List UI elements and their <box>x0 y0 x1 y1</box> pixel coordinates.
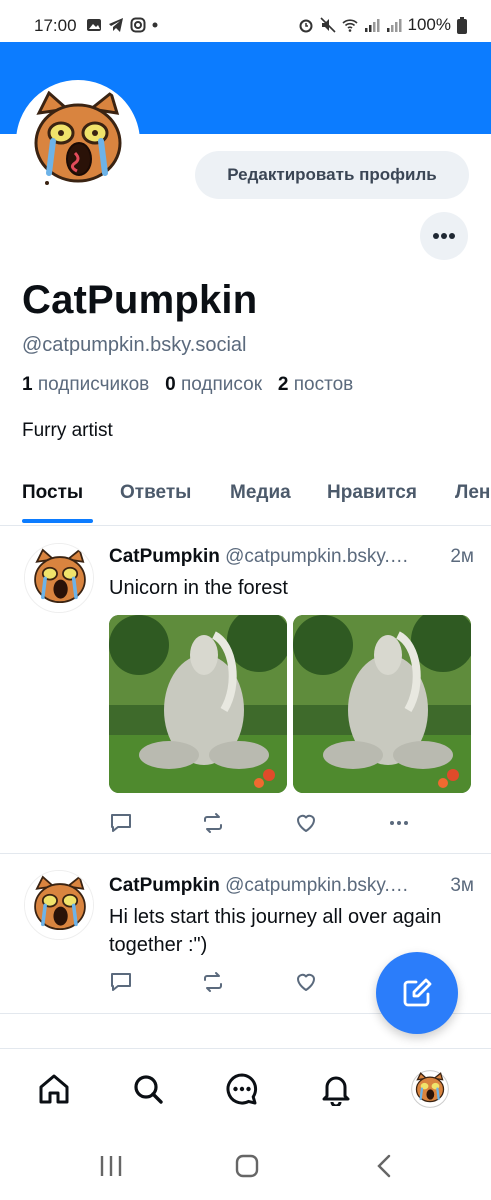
search-icon <box>134 1075 163 1104</box>
profile-avatar[interactable] <box>16 80 140 204</box>
post-text: Hi lets start this journey all over agai… <box>109 906 442 956</box>
followers-count: 1 <box>22 374 33 395</box>
post-timestamp[interactable]: 3м <box>446 875 474 897</box>
nav-search[interactable] <box>128 1069 168 1109</box>
profile-display-name: CatPumpkin <box>22 278 258 322</box>
edit-profile-button[interactable]: Редактировать профиль <box>195 151 469 199</box>
notification-icons <box>86 17 158 33</box>
repost-icon[interactable] <box>201 970 225 994</box>
mute-icon <box>319 17 336 33</box>
battery-icon <box>457 16 467 34</box>
post-timestamp[interactable]: 2м <box>446 546 474 568</box>
tab-media[interactable]: Медиа <box>230 482 291 504</box>
post-header: CatPumpkin @catpumpkin.bsky.… 2м <box>109 546 474 568</box>
more-options-button[interactable] <box>420 212 468 260</box>
like-icon[interactable] <box>294 970 318 994</box>
cat-avatar-image <box>25 544 93 612</box>
compose-icon <box>403 978 432 1007</box>
post-text: Unicorn in the forest <box>109 577 288 599</box>
following-link[interactable]: 0 подписок <box>165 374 262 395</box>
ellipsis-icon <box>433 233 455 239</box>
reply-icon[interactable] <box>109 970 133 994</box>
signal-icon-2 <box>386 19 402 32</box>
tab-feeds[interactable]: Лен <box>455 482 490 504</box>
repost-icon[interactable] <box>201 811 225 835</box>
more-icon[interactable] <box>387 811 411 835</box>
post-image[interactable] <box>109 615 287 793</box>
posts-count: 2 <box>277 374 289 395</box>
post-header: CatPumpkin @catpumpkin.bsky.… 3м <box>109 875 474 897</box>
recent-apps-icon[interactable] <box>96 1152 126 1180</box>
compose-button[interactable] <box>376 952 458 1034</box>
post-author-name[interactable]: CatPumpkin <box>109 875 220 896</box>
tab-replies[interactable]: Ответы <box>120 482 191 504</box>
nav-notifications[interactable] <box>316 1069 356 1109</box>
tab-likes[interactable]: Нравится <box>327 482 417 504</box>
post-author-handle: @catpumpkin.bsky.… <box>225 875 409 896</box>
following-label: подписок <box>180 374 263 395</box>
back-icon[interactable] <box>370 1152 400 1180</box>
chat-icon <box>226 1073 258 1105</box>
cat-avatar-image <box>19 83 137 201</box>
system-navigation-bar <box>0 1128 491 1200</box>
reply-icon[interactable] <box>109 811 133 835</box>
profile-avatar <box>411 1070 449 1108</box>
profile-tabs: Посты Ответы Медиа Нравится Лен <box>0 470 491 526</box>
post-author-handle: @catpumpkin.bsky.… <box>225 546 409 567</box>
like-icon[interactable] <box>294 811 318 835</box>
bell-icon <box>322 1076 350 1106</box>
posts-stat: 2 постов <box>278 374 353 395</box>
home-icon <box>39 1074 69 1104</box>
post-author-avatar[interactable] <box>24 870 94 940</box>
posts-label: постов <box>293 374 354 395</box>
battery-percent: 100% <box>407 15 451 34</box>
status-time: 17:00 <box>34 16 77 35</box>
gallery-icon <box>87 19 101 31</box>
post-author-avatar[interactable] <box>24 543 94 613</box>
post-author-name[interactable]: CatPumpkin <box>109 546 220 567</box>
post-image[interactable] <box>293 615 471 793</box>
nav-profile[interactable] <box>410 1069 450 1109</box>
post-actions <box>109 970 409 994</box>
tab-posts[interactable]: Посты <box>22 482 83 504</box>
profile-handle: @catpumpkin.bsky.social <box>22 334 247 356</box>
wifi-icon <box>341 19 358 32</box>
following-count: 0 <box>165 374 176 395</box>
forest-artwork-image <box>109 615 287 793</box>
nav-home[interactable] <box>34 1069 74 1109</box>
post-item[interactable]: CatPumpkin @catpumpkin.bsky.… 2м Unicorn… <box>0 527 491 854</box>
post-actions <box>109 811 409 835</box>
followers-link[interactable]: 1 подписчиков <box>22 374 149 395</box>
forest-artwork-image <box>293 615 471 793</box>
cat-avatar-image <box>25 871 93 939</box>
instagram-icon <box>130 17 146 33</box>
alarm-icon <box>299 19 313 33</box>
profile-stats: 1 подписчиков 0 подписок 2 постов <box>22 374 353 396</box>
dot-icon <box>152 22 158 28</box>
bottom-navigation <box>0 1048 491 1128</box>
home-button-icon[interactable] <box>232 1152 262 1180</box>
signal-icon <box>364 19 380 32</box>
profile-bio: Furry artist <box>22 420 113 441</box>
system-icons: 100% <box>298 15 467 35</box>
followers-label: подписчиков <box>37 374 150 395</box>
telegram-icon <box>109 18 123 32</box>
nav-chat[interactable] <box>222 1069 262 1109</box>
active-tab-indicator <box>22 519 93 523</box>
